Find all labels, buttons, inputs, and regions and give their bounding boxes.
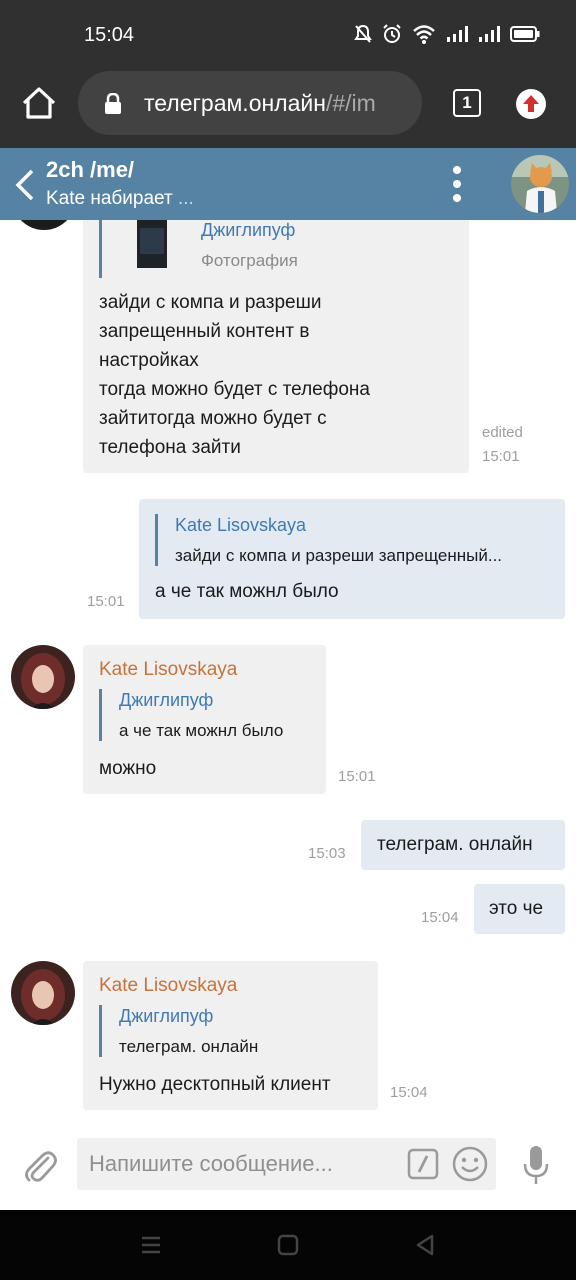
message-text-line: запрещенный контент в	[99, 321, 310, 342]
message-bubble-incoming[interactable]: Kate Lisovskaya Джиглипуф телеграм. онла…	[83, 961, 378, 1110]
dot-icon	[453, 194, 461, 202]
reply-author: Kate Lisovskaya	[175, 515, 307, 535]
arrow-up-icon	[523, 95, 539, 112]
message-input-box[interactable]	[77, 1138, 496, 1190]
address-bar[interactable]: телеграм.онлайн/#/im	[78, 71, 422, 135]
message-time: 15:01	[87, 593, 125, 610]
browser-toolbar: телеграм.онлайн/#/im 1	[0, 68, 576, 148]
reply-preview: а че так можнл было	[119, 721, 284, 740]
message-bubble-outgoing[interactable]: телеграм. онлайн	[361, 820, 565, 870]
reply-bar	[99, 220, 102, 278]
message-bubble-incoming[interactable]: Джиглипуф Фотография зайди с компа и раз…	[83, 220, 469, 473]
message-text-line: зайди с компа и разреши	[99, 292, 322, 313]
avatar[interactable]	[11, 961, 75, 1025]
battery-icon	[510, 26, 540, 42]
url-path: /#/im	[325, 90, 376, 116]
message-text: это че	[489, 898, 544, 919]
reply-author: Джиглипуф	[119, 690, 214, 710]
signal-icon	[479, 26, 500, 42]
reply-preview: зайди с компа и разреши запрещенный...	[175, 546, 503, 565]
message-text: можно	[99, 758, 157, 779]
message-bubble-incoming[interactable]: Kate Lisovskaya Джиглипуф а че так можнл…	[83, 645, 326, 794]
message-time: 15:04	[421, 909, 459, 926]
url-text: телеграм.онлайн/#/im	[144, 90, 376, 117]
reply-preview: Фотография	[201, 251, 298, 270]
message-bubble-outgoing[interactable]: Kate Lisovskaya зайди с компа и разреши …	[139, 499, 565, 619]
avatar-image	[11, 645, 75, 709]
system-navigation-bar	[0, 1210, 576, 1280]
signal-icon	[447, 26, 468, 42]
home-button[interactable]	[20, 84, 58, 122]
message-time: 15:04	[390, 1084, 428, 1101]
message-input[interactable]	[89, 1148, 389, 1180]
reply-bar	[155, 514, 158, 566]
message-text-line: настройках	[99, 350, 199, 371]
message-text-line: зайтитогда можно будет с	[99, 408, 327, 429]
typing-status: Kate набирает ...	[46, 188, 194, 210]
message-text: Нужно десктопный клиент	[99, 1074, 331, 1095]
message-text: телеграм. онлайн	[377, 834, 533, 855]
chevron-left-icon	[15, 169, 34, 201]
message-text: а че так можнл было	[155, 581, 339, 602]
reply-photo-thumbnail	[137, 220, 167, 268]
reply-author: Джиглипуф	[119, 1006, 214, 1026]
edited-label: edited	[482, 424, 523, 441]
avatar[interactable]	[11, 645, 75, 709]
commands-button[interactable]	[407, 1148, 439, 1180]
status-bar: 15:04	[0, 0, 576, 68]
chat-avatar[interactable]	[511, 155, 569, 213]
tab-switcher-button[interactable]: 1	[453, 89, 481, 117]
message-text-line: телефона зайти	[99, 437, 241, 458]
lock-icon	[105, 93, 121, 114]
mute-icon	[354, 24, 372, 43]
typing-dots: ...	[177, 188, 194, 209]
attach-button[interactable]	[22, 1144, 58, 1184]
recents-icon[interactable]	[140, 1234, 162, 1256]
chat-header: 2ch /me/ Kate набирает ...	[0, 148, 576, 220]
message-bubble-outgoing[interactable]: это че	[474, 884, 565, 934]
status-icons	[354, 24, 540, 44]
voice-record-button[interactable]	[522, 1144, 550, 1188]
smiley-icon	[452, 1146, 488, 1182]
chat-avatar-image	[511, 155, 569, 213]
message-time: 15:01	[338, 768, 376, 785]
dot-icon	[453, 180, 461, 188]
microphone-icon	[523, 1146, 549, 1184]
message-text-line: тогда можно будет с телефона	[99, 379, 370, 400]
sender-name[interactable]: Kate Lisovskaya	[99, 975, 237, 997]
dot-icon	[453, 166, 461, 174]
emoji-button[interactable]	[452, 1146, 488, 1182]
message-time: 15:01	[482, 448, 520, 465]
home-nav-icon[interactable]	[277, 1234, 299, 1256]
chat-title[interactable]: 2ch /me/	[46, 157, 134, 183]
sender-name[interactable]: Kate Lisovskaya	[99, 659, 237, 681]
update-button[interactable]	[516, 89, 546, 119]
message-list[interactable]: Джиглипуф Фотография зайди с компа и раз…	[0, 220, 576, 1130]
wifi-icon	[413, 25, 435, 44]
reply-bar	[99, 689, 102, 741]
message-time: 15:03	[308, 845, 346, 862]
slash-command-icon	[407, 1148, 439, 1180]
avatar[interactable]	[12, 220, 76, 230]
avatar-image	[11, 961, 75, 1025]
reply-author: Джиглипуф	[201, 220, 296, 240]
more-menu-button[interactable]	[447, 162, 467, 206]
message-composer	[0, 1130, 576, 1210]
back-nav-icon[interactable]	[414, 1234, 436, 1256]
clock: 15:04	[84, 24, 135, 46]
alarm-icon	[383, 24, 401, 43]
paperclip-icon	[25, 1151, 57, 1182]
reply-bar	[99, 1005, 102, 1057]
reply-preview: телеграм. онлайн	[119, 1037, 259, 1056]
url-host: телеграм.онлайн	[144, 90, 326, 116]
home-icon	[22, 87, 56, 119]
back-button[interactable]	[12, 168, 38, 202]
typing-text: Kate набирает	[46, 188, 173, 209]
